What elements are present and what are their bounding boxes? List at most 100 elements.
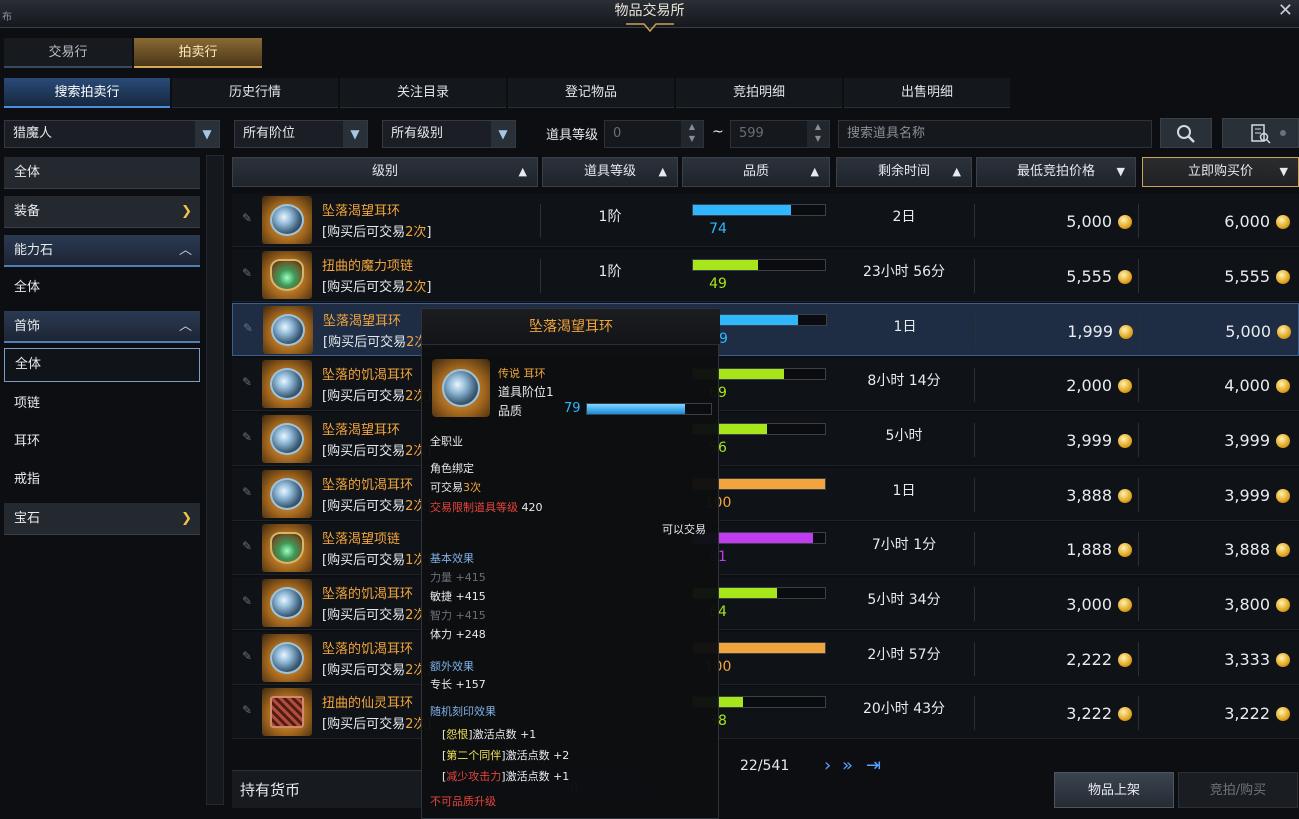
- quality-value: 49: [709, 275, 727, 292]
- table-row[interactable]: ✎ 坠落的饥渴耳环 [购买后可交易2次] 100 1日 3,888 3,999: [232, 467, 1299, 521]
- close-icon[interactable]: ✕: [1278, 0, 1293, 22]
- buy-now-price: 3,333: [1140, 632, 1290, 685]
- necklace-icon: [262, 250, 312, 299]
- column-buy-now[interactable]: 立即购买价 ▼: [1142, 157, 1299, 187]
- detail-search-button[interactable]: [1222, 118, 1299, 148]
- remaining-time: 2日: [892, 209, 916, 225]
- tooltip-quality-bar: [586, 403, 712, 415]
- pin-icon[interactable]: ✎: [242, 703, 256, 721]
- column-remaining-time[interactable]: 剩余时间 ▲: [836, 157, 972, 187]
- tooltip-can-trade: 可以交易: [662, 523, 706, 536]
- next-page-icon[interactable]: ›: [824, 755, 831, 776]
- column-quality[interactable]: 品质 ▲: [682, 157, 830, 187]
- gold-coin-icon: [1276, 652, 1290, 667]
- table-row[interactable]: ✎ 坠落的饥渴耳环 [购买后可交易2次] 64 5小时 34分 3,000 3,…: [232, 576, 1299, 630]
- table-row[interactable]: ✎ 扭曲的仙灵耳环 [购买后可交易2次] 38 20小时 43分 3,222 3…: [232, 686, 1299, 740]
- sidebar-subitem-stone-all[interactable]: 全体: [4, 272, 200, 304]
- min-bid-price: 3,888: [976, 468, 1132, 521]
- chevron-down-icon: ❯: [181, 204, 192, 219]
- sidebar-subitem-necklace[interactable]: 项链: [4, 388, 200, 420]
- quality-bar: [692, 258, 826, 271]
- tooltip-grade: 传说 耳环: [498, 367, 546, 380]
- item-name: 坠落的饥渴耳环: [322, 586, 414, 602]
- buy-now-price: 3,888: [1140, 522, 1290, 575]
- item-name: 坠落的饥渴耳环: [322, 641, 414, 657]
- tab-trade[interactable]: 交易行: [4, 38, 132, 68]
- pin-icon[interactable]: ✎: [242, 594, 256, 612]
- tier-select[interactable]: 所有阶位 ▼: [234, 120, 368, 148]
- search-input[interactable]: 搜索道具名称: [838, 120, 1152, 148]
- subtab-register[interactable]: 登记物品: [508, 78, 674, 108]
- column-item-level[interactable]: 道具等级 ▲: [542, 157, 678, 187]
- table-row[interactable]: ✎ 坠落的饥渴耳环 [购买后可交易2次] 69 8小时 14分 2,000 4,…: [232, 358, 1299, 412]
- grade-select[interactable]: 所有级别 ▼: [382, 120, 516, 148]
- pin-icon[interactable]: ✎: [242, 375, 256, 393]
- subtab-history[interactable]: 历史行情: [172, 78, 338, 108]
- next-10-pages-icon[interactable]: »: [842, 755, 853, 776]
- gold-coin-icon: [1276, 215, 1290, 229]
- item-name: 扭曲的仙灵耳环: [322, 696, 414, 712]
- level-min-input[interactable]: 0 ▲ ▼: [604, 120, 704, 148]
- class-select[interactable]: 猎魔人 ▼: [4, 120, 220, 148]
- tooltip-class: 全职业: [430, 435, 463, 448]
- gold-coin-icon: [1276, 269, 1290, 284]
- table-row[interactable]: ✎ 坠落渴望耳环 [购买后可交易2次] 56 5小时 3,999 3,999: [232, 412, 1299, 466]
- gold-coin-icon: [1276, 597, 1290, 612]
- sidebar-subitem-ring[interactable]: 戒指: [4, 464, 200, 496]
- table-row[interactable]: ✎ 坠落渴望耳环 [购买后可交易2次] 1阶 74 2日 5,000 6,000: [232, 194, 1299, 247]
- subtab-search-auction[interactable]: 搜索拍卖行: [4, 78, 170, 108]
- subtab-bid-details[interactable]: 竞拍明细: [676, 78, 842, 108]
- level-max-input[interactable]: 599 ▲ ▼: [730, 120, 830, 148]
- sidebar-item-label: 首饰: [14, 319, 41, 334]
- column-min-bid[interactable]: 最低竞拍价格 ▼: [976, 157, 1136, 187]
- column-grade[interactable]: 级别 ▲: [232, 157, 538, 187]
- sidebar-item-all[interactable]: 全体: [4, 157, 200, 189]
- item-trade-info: [购买后可交易2次]: [323, 335, 432, 351]
- sidebar-item-gem[interactable]: 宝石 ❯: [4, 503, 200, 535]
- last-page-icon[interactable]: ⇥: [866, 755, 881, 776]
- subtab-sale-details[interactable]: 出售明细: [844, 78, 1010, 108]
- pin-icon[interactable]: ✎: [242, 649, 256, 667]
- list-item-button[interactable]: 物品上架: [1054, 772, 1174, 808]
- table-row[interactable]: ✎ 扭曲的魔力项链 [购买后可交易2次] 1阶 49 23小时 56分 5,55…: [232, 248, 1299, 302]
- tooltip-quality-label: 品质: [498, 404, 523, 418]
- stepper-icon[interactable]: ▲ ▼: [807, 121, 829, 147]
- pin-icon[interactable]: ✎: [242, 539, 256, 557]
- tooltip-basic-stat: 智力 +415: [430, 609, 486, 622]
- sidebar-subitem-accessory-all[interactable]: 全体: [4, 348, 200, 382]
- sidebar-item-ability-stone[interactable]: 能力石 ︿: [4, 235, 200, 267]
- gold-coin-icon: [1276, 543, 1290, 558]
- stepper-icon[interactable]: ▲ ▼: [681, 121, 703, 147]
- table-row[interactable]: ✎ 坠落渴望耳环 [购买后可交易2次] 79 1日 1,999 5,000: [232, 303, 1299, 357]
- chevron-down-icon: ▼: [195, 121, 219, 147]
- min-bid-price: 3,000: [976, 577, 1132, 630]
- sidebar-scrollbar[interactable]: [206, 155, 224, 805]
- bid-buy-button[interactable]: 竞拍/购买: [1178, 772, 1298, 808]
- tooltip-basic-stat: 力量 +415: [430, 571, 486, 584]
- quality-bar: [692, 204, 826, 216]
- sidebar-subitem-earring[interactable]: 耳环: [4, 426, 200, 458]
- tooltip-tradable: 可交易3次: [430, 481, 481, 494]
- sidebar-item-accessory[interactable]: 首饰 ︿: [4, 311, 200, 343]
- gold-coin-icon: [1118, 652, 1132, 667]
- pin-icon[interactable]: ✎: [243, 321, 257, 339]
- pin-icon[interactable]: ✎: [242, 266, 256, 284]
- table-row[interactable]: ✎ 坠落渴望项链 [购买后可交易1次] 91 7小时 1分 1,888 3,88…: [232, 522, 1299, 576]
- item-name: 坠落渴望项链: [322, 532, 401, 548]
- search-button[interactable]: [1160, 118, 1212, 148]
- table-row[interactable]: ✎ 坠落的饥渴耳环 [购买后可交易2次] 100 2小时 57分 2,222 3…: [232, 631, 1299, 685]
- subtab-watchlist[interactable]: 关注目录: [340, 78, 506, 108]
- item-trade-info: [购买后可交易2次]: [322, 662, 431, 678]
- sort-down-icon: ▼: [1116, 165, 1125, 178]
- tab-auction[interactable]: 拍卖行: [134, 38, 262, 68]
- item-trade-info: [购买后可交易2次]: [322, 279, 432, 295]
- pin-icon[interactable]: ✎: [242, 485, 256, 503]
- class-select-value: 猎魔人: [13, 126, 53, 141]
- pin-icon[interactable]: ✎: [242, 211, 256, 229]
- pin-icon[interactable]: ✎: [242, 430, 256, 448]
- gold-coin-icon: [1118, 488, 1132, 503]
- buy-now-price: 5,000: [1141, 304, 1291, 357]
- sidebar-item-equipment[interactable]: 装备 ❯: [4, 196, 200, 228]
- tooltip-tier: 道具阶位1: [498, 385, 554, 399]
- gold-coin-icon: [1276, 707, 1290, 722]
